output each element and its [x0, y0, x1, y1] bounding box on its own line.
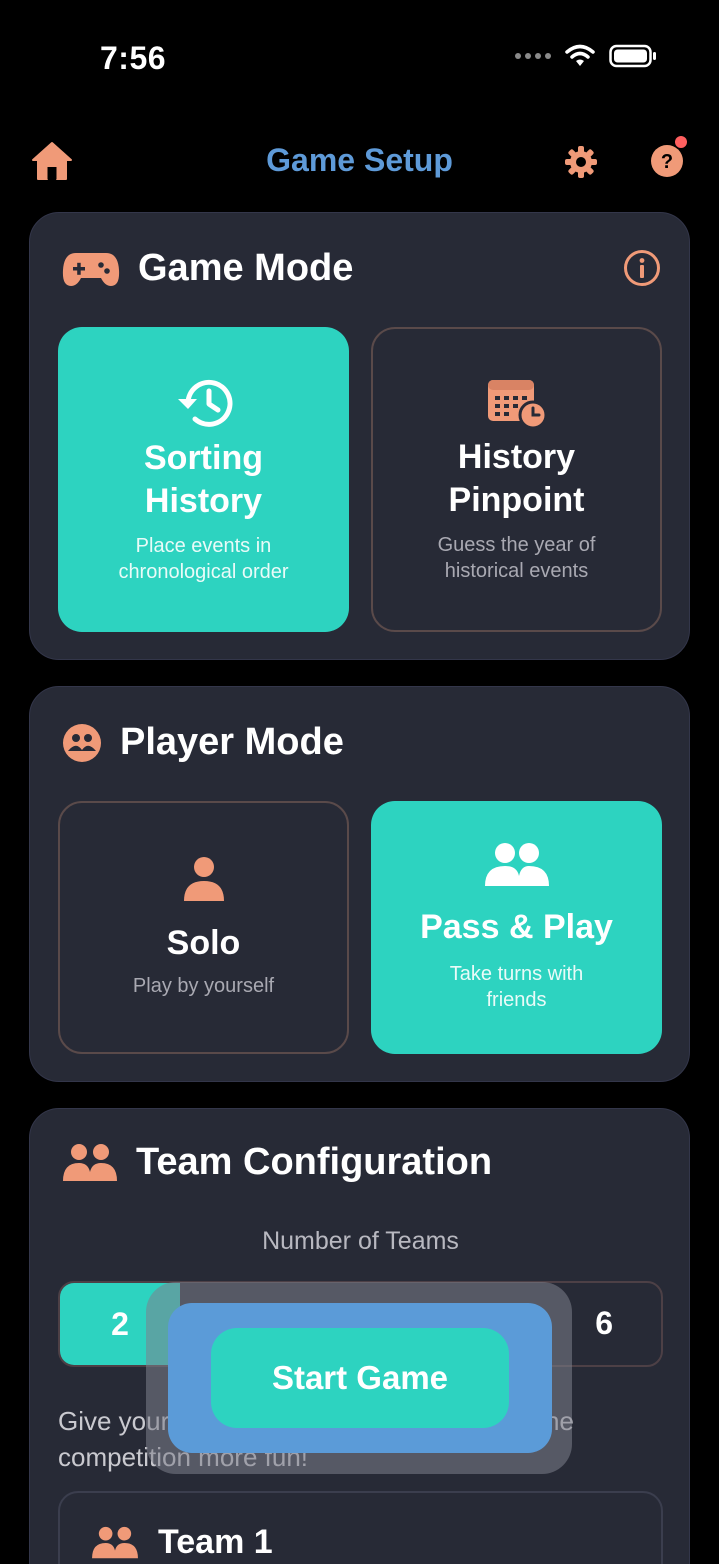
- team-name: Team 1: [158, 1523, 273, 1561]
- status-bar: 7:56: [0, 0, 719, 110]
- team-config-header: Team Configuration: [62, 1141, 492, 1184]
- wifi-icon: [565, 44, 595, 66]
- people-icon: [484, 843, 549, 886]
- battery-icon: [609, 44, 656, 68]
- number-of-teams-label: Number of Teams: [262, 1227, 459, 1255]
- gear-icon[interactable]: [563, 144, 599, 180]
- player-option-title: Solo: [166, 924, 241, 962]
- person-icon: [183, 857, 224, 901]
- mode-option-sorting-history[interactable]: Sorting History Place events in chronolo…: [58, 327, 349, 632]
- player-mode-header: Player Mode: [62, 721, 344, 764]
- status-icons: [515, 44, 657, 68]
- header: Game Setup ?: [0, 130, 719, 194]
- start-game-button[interactable]: Start Game: [211, 1328, 509, 1428]
- player-mode-card: Player Mode Solo Play by yourself Pass &…: [29, 686, 690, 1082]
- gamepad-icon: [62, 252, 120, 286]
- info-icon[interactable]: [623, 249, 661, 287]
- team-count-max[interactable]: 6: [595, 1305, 613, 1342]
- player-option-solo[interactable]: Solo Play by yourself: [58, 801, 349, 1054]
- player-option-subtitle: Take turns with friends: [449, 963, 584, 1011]
- player-option-subtitle: Play by yourself: [132, 975, 275, 997]
- mode-option-title: History Pinpoint: [448, 437, 585, 519]
- team-row[interactable]: Team 1: [58, 1491, 663, 1564]
- player-mode-title: Player Mode: [120, 721, 344, 763]
- game-mode-header: Game Mode: [62, 247, 353, 290]
- player-option-pass-and-play[interactable]: Pass & Play Take turns with friends: [371, 801, 662, 1054]
- history-icon: [177, 379, 232, 427]
- player-option-title: Pass & Play: [420, 908, 613, 946]
- calendar-clock-icon: [487, 379, 547, 429]
- help-icon[interactable]: ?: [650, 144, 684, 178]
- group-icon: [63, 723, 101, 762]
- mode-option-title: Sorting History: [144, 438, 263, 520]
- mode-option-subtitle: Guess the year of historical events: [437, 533, 596, 582]
- game-mode-card: Game Mode Sorting History Place events i…: [29, 212, 690, 660]
- mode-option-subtitle: Place events in chronological order: [118, 534, 289, 583]
- notification-badge: [675, 136, 687, 148]
- svg-text:?: ?: [661, 151, 673, 173]
- team-icon: [63, 1143, 117, 1181]
- team-icon: [92, 1526, 138, 1558]
- page-title: Game Setup: [266, 142, 453, 178]
- team-row-header: Team 1: [90, 1523, 273, 1562]
- mode-option-history-pinpoint[interactable]: History Pinpoint Guess the year of histo…: [371, 327, 662, 632]
- team-config-title: Team Configuration: [136, 1141, 493, 1183]
- game-mode-title: Game Mode: [138, 247, 354, 289]
- signal-icon: [515, 53, 551, 59]
- status-time: 7:56: [100, 40, 167, 76]
